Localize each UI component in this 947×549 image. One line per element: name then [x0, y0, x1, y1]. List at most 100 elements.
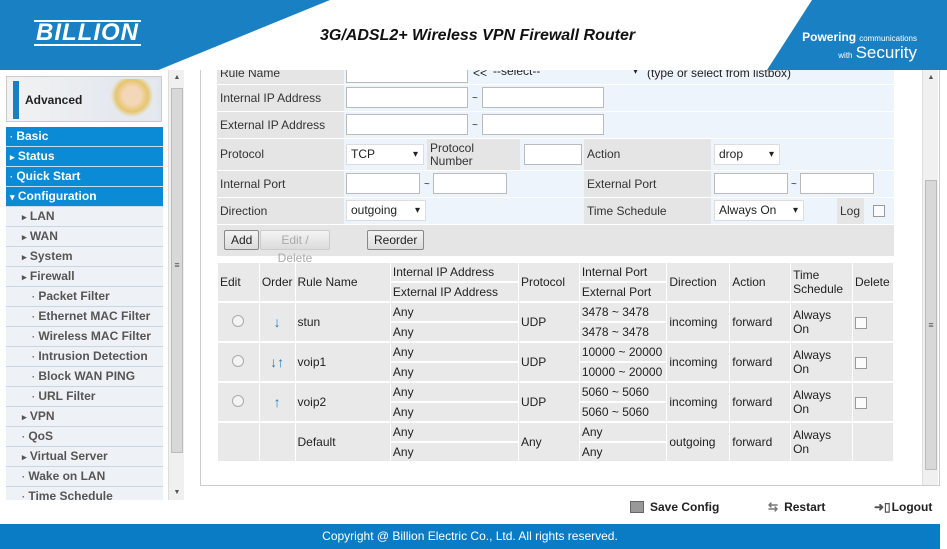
protocol: UDP — [518, 343, 579, 383]
external-ip-label: External IP Address — [217, 112, 344, 138]
sidebar-item-basic[interactable]: · Basic — [6, 127, 163, 147]
sidebar-item-wake-on-lan[interactable]: · Wake on LAN — [6, 467, 163, 487]
schedule: Always On — [791, 303, 852, 343]
protocol-number-input[interactable] — [524, 144, 582, 165]
sidebar-scrollbar[interactable]: ▲ ≡ ▼ — [168, 70, 184, 500]
protocol: Any — [518, 423, 579, 463]
order-arrow-icon[interactable]: ↑ — [274, 394, 281, 410]
tilde: ~ — [791, 179, 797, 190]
sidebar-item-url-filter[interactable]: · URL Filter — [6, 387, 163, 407]
restart-button[interactable]: ⇆ Restart — [768, 500, 825, 514]
sidebar-item-quick-start[interactable]: · Quick Start — [6, 167, 163, 187]
edit-delete-button[interactable]: Edit / Delete — [260, 230, 330, 265]
tilde: ~ — [472, 93, 478, 104]
sidebar-item-label: Virtual Server — [29, 449, 108, 463]
external-ip-start[interactable] — [346, 114, 468, 135]
sidebar-item-lan[interactable]: ▸ LAN — [6, 207, 163, 227]
table-row: ↓↑ voip1 Any UDP 10000 ~ 20000 incoming forwar… — [218, 343, 893, 383]
sidebar-item-label: WAN — [29, 229, 58, 243]
sidebar-item-vpn[interactable]: ▸ VPN — [6, 407, 163, 427]
sidebar-item-ethernet-mac-filter[interactable]: · Ethernet MAC Filter — [6, 307, 163, 327]
external-ip-end[interactable] — [482, 114, 604, 135]
log-checkbox[interactable] — [873, 205, 885, 217]
logout-icon: ➜▯ — [874, 500, 891, 514]
delete-checkbox[interactable] — [854, 396, 867, 409]
order-arrow-icon[interactable]: ↓ — [274, 314, 281, 330]
internal-ip-end[interactable] — [482, 87, 604, 108]
external-ip: Any — [390, 323, 518, 343]
sidebar-item-system[interactable]: ▸ System — [6, 247, 163, 267]
delete-checkbox[interactable] — [854, 316, 867, 329]
bullet-icon: · — [10, 172, 13, 182]
header-rule-name: Rule Name — [295, 263, 390, 303]
sidebar-item-label: Firewall — [29, 269, 75, 283]
order-arrow-icon[interactable]: ↓↑ — [270, 354, 284, 370]
sidebar-item-qos[interactable]: · QoS — [6, 427, 163, 447]
delete-checkbox[interactable] — [854, 356, 867, 369]
sidebar-item-label: Quick Start — [16, 169, 81, 183]
internal-ip-start[interactable] — [346, 87, 468, 108]
sidebar-item-label: Wake on LAN — [28, 469, 106, 483]
internal-ip: Any — [390, 383, 518, 403]
external-port: 3478 ~ 3478 — [579, 323, 667, 343]
table-row: ↓ stun Any UDP 3478 ~ 3478 incoming forward Alw… — [218, 303, 893, 343]
sidebar-item-label: Configuration — [17, 189, 97, 203]
direction: outgoing — [667, 423, 730, 463]
edit-radio[interactable] — [232, 314, 245, 327]
edit-radio[interactable] — [232, 354, 245, 367]
action-label: Action — [584, 139, 711, 170]
external-port-start[interactable] — [714, 173, 788, 194]
internal-ip: Any — [390, 303, 518, 323]
bullet-icon: · — [22, 492, 25, 500]
sidebar-item-label: URL Filter — [38, 389, 96, 403]
table-row: Default Any Any Any outgoing forward Always On — [218, 423, 893, 463]
sidebar-item-virtual-server[interactable]: ▸ Virtual Server — [6, 447, 163, 467]
direction-select[interactable]: outgoing — [346, 200, 426, 221]
billion-logo: BILLION — [34, 19, 141, 46]
sidebar-item-time-schedule[interactable]: · Time Schedule — [6, 487, 163, 500]
external-ip: Any — [390, 443, 518, 463]
sidebar-item-wireless-mac-filter[interactable]: · Wireless MAC Filter — [6, 327, 163, 347]
main-scrollbar[interactable]: ▲ ≡ — [922, 70, 938, 485]
header-order: Order — [259, 263, 295, 303]
header-time-schedule: Time Schedule — [791, 263, 852, 303]
internal-port-start[interactable] — [346, 173, 420, 194]
action: forward — [730, 343, 791, 383]
reorder-button[interactable]: Reorder — [367, 230, 425, 250]
sidebar-item-label: Basic — [16, 129, 49, 143]
time-schedule-label: Time Schedule — [584, 198, 711, 224]
bullet-icon: ▸ — [22, 452, 27, 462]
add-button[interactable]: Add — [224, 230, 260, 250]
action: forward — [730, 423, 791, 463]
sidebar-item-block-wan-ping[interactable]: · Block WAN PING — [6, 367, 163, 387]
sidebar-item-packet-filter[interactable]: · Packet Filter — [6, 287, 163, 307]
sidebar-item-label: LAN — [29, 209, 55, 223]
time-schedule-select[interactable]: Always On — [714, 200, 804, 221]
protocol-select[interactable]: TCP — [346, 144, 424, 165]
table-row: ↑ voip2 Any UDP 5060 ~ 5060 incoming forward Al… — [218, 383, 893, 423]
external-port-end[interactable] — [800, 173, 874, 194]
bullet-icon: · — [32, 292, 35, 302]
header-edit: Edit — [218, 263, 259, 303]
save-icon — [630, 501, 644, 513]
sidebar-item-status[interactable]: ▸ Status — [6, 147, 163, 167]
action-select[interactable]: drop — [714, 144, 780, 165]
external-port-label: External Port — [584, 171, 711, 197]
bullet-icon: ▸ — [10, 152, 15, 162]
bullet-icon: ▾ — [10, 192, 15, 202]
bullet-icon: · — [22, 432, 25, 442]
restart-icon: ⇆ — [768, 500, 779, 514]
sidebar-item-configuration[interactable]: ▾ Configuration — [6, 187, 163, 207]
internal-ip: Any — [390, 343, 518, 363]
internal-ip: Any — [390, 423, 518, 443]
edit-radio[interactable] — [232, 394, 245, 407]
protocol: UDP — [518, 303, 579, 343]
sidebar-item-firewall[interactable]: ▸ Firewall — [6, 267, 163, 287]
sidebar-item-intrusion-detection[interactable]: · Intrusion Detection — [6, 347, 163, 367]
sidebar-item-wan[interactable]: ▸ WAN — [6, 227, 163, 247]
save-config-button[interactable]: Save Config — [630, 500, 719, 514]
internal-port-end[interactable] — [433, 173, 507, 194]
sidebar-item-label: Ethernet MAC Filter — [38, 309, 151, 323]
logout-button[interactable]: ➜▯ Logout — [874, 500, 932, 514]
bullet-icon: · — [22, 472, 25, 482]
